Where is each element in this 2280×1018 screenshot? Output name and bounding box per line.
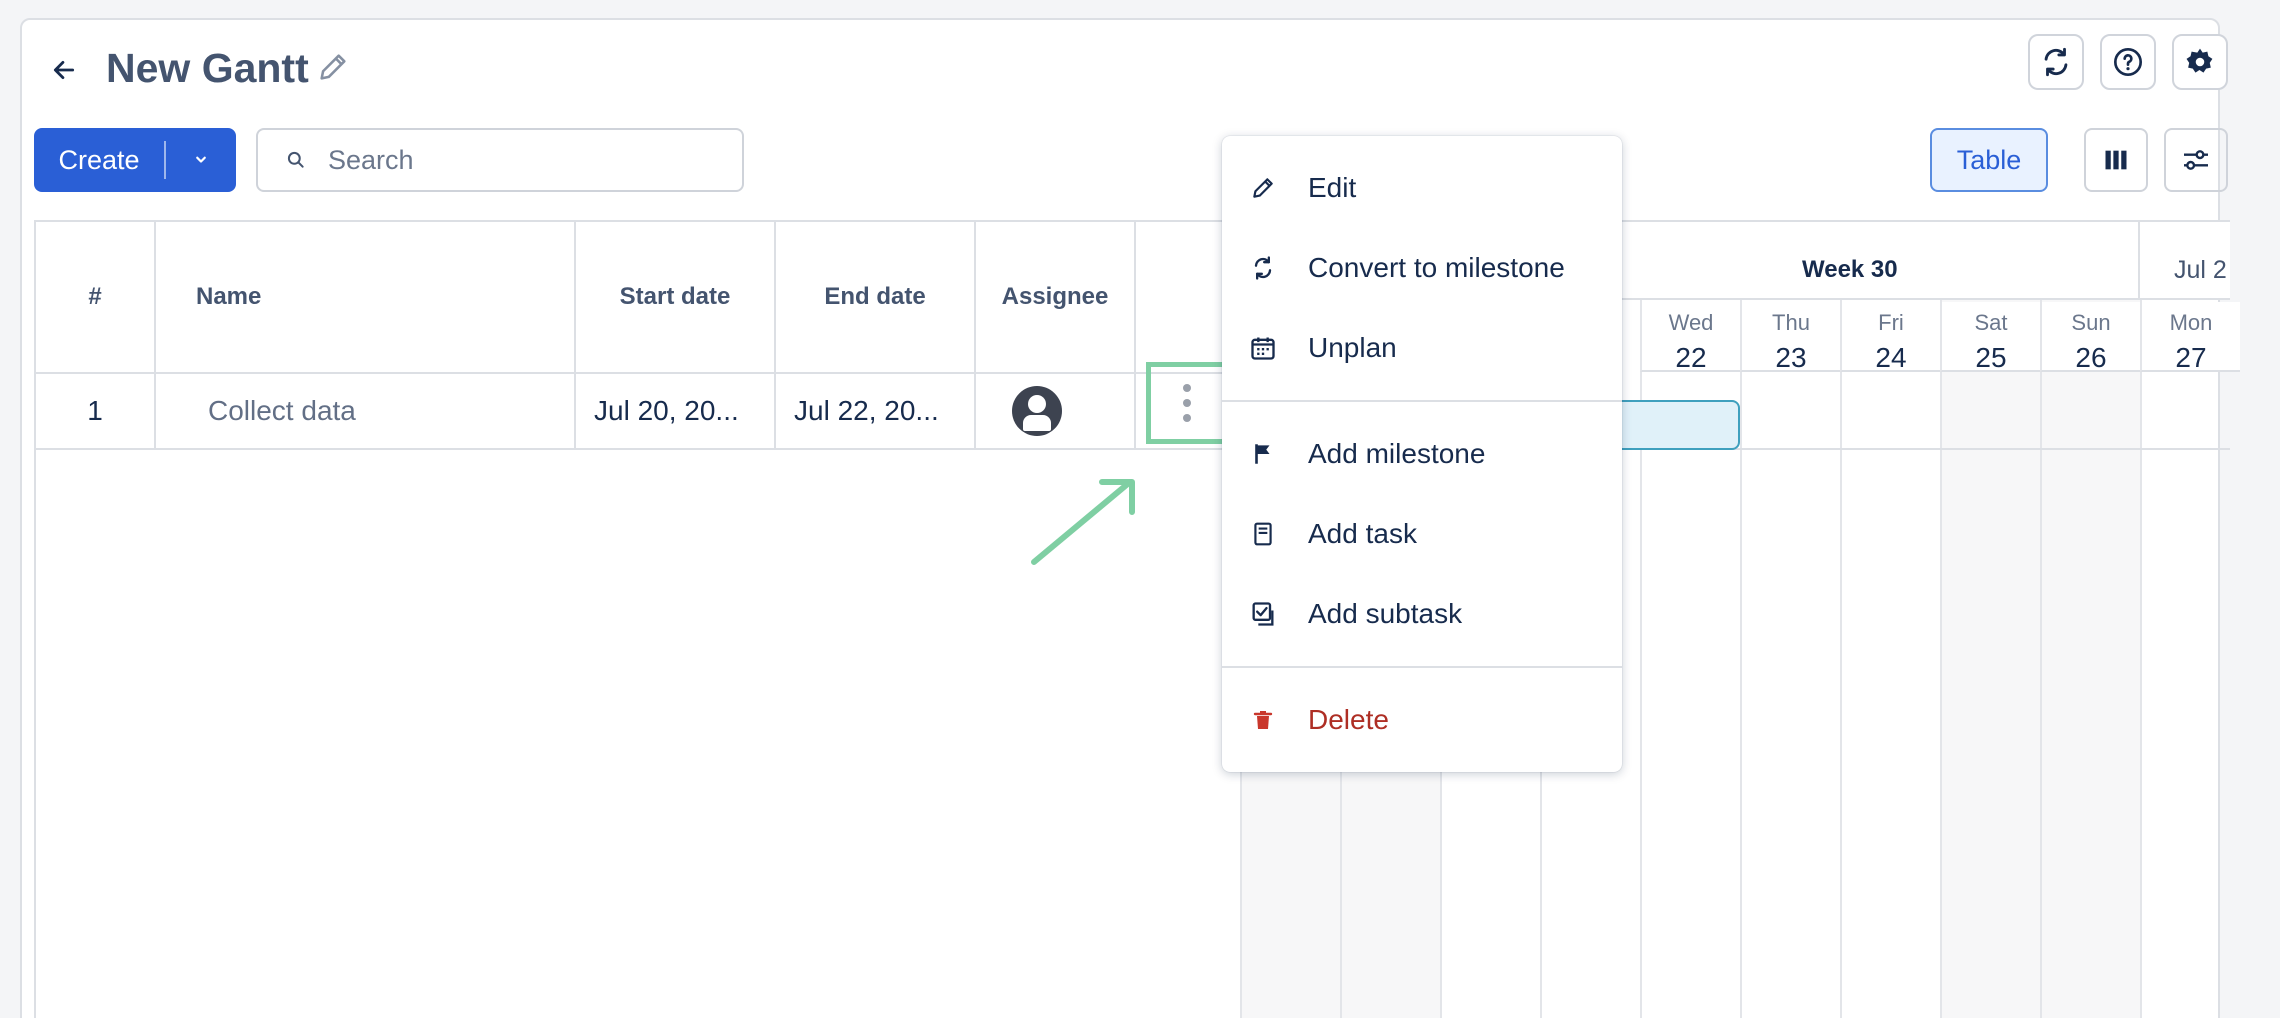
menu-item-unplan[interactable]: Unplan (1222, 316, 1622, 380)
pencil-icon (1248, 173, 1278, 203)
search-icon (287, 151, 304, 168)
create-dropdown-button[interactable] (166, 151, 236, 169)
column-header-actions (1136, 222, 1226, 374)
edit-title-button[interactable] (310, 44, 356, 90)
row-context-menu: Edit Convert to milestone Unplan Add mil… (1222, 136, 1622, 772)
day-header: Wed 22 (1640, 302, 1740, 373)
back-button[interactable] (42, 48, 86, 92)
day-header: Fri 24 (1840, 302, 1940, 373)
day-column-weekend (1940, 300, 2040, 1018)
menu-item-convert-to-milestone[interactable]: Convert to milestone (1222, 236, 1622, 300)
day-column (2140, 300, 2240, 1018)
search-box[interactable] (256, 128, 744, 192)
calendar-icon (1248, 333, 1278, 363)
help-button[interactable] (2100, 34, 2156, 90)
day-header: Thu 23 (1740, 302, 1840, 373)
day-number: 22 (1675, 342, 1707, 373)
day-name: Thu (1772, 310, 1810, 335)
menu-item-label: Delete (1308, 704, 1389, 735)
annotation-arrow-icon (1031, 479, 1135, 565)
flag-icon (1248, 439, 1278, 469)
menu-item-label: Add milestone (1308, 438, 1486, 469)
create-label: Create (58, 144, 140, 175)
day-column-weekend (2040, 300, 2140, 1018)
help-icon (2114, 48, 2142, 76)
kebab-dot (1183, 414, 1191, 422)
page-title: New Gantt (106, 45, 309, 91)
menu-divider (1222, 400, 1622, 402)
column-header-end-date[interactable]: End date (776, 222, 976, 374)
day-number: 23 (1775, 342, 1807, 373)
view-table-button[interactable]: Table (1930, 128, 2048, 192)
day-header: Mon 27 (2140, 302, 2240, 373)
day-number: 26 (2075, 342, 2107, 373)
start-date-cell[interactable]: Jul 20, 20... (576, 374, 776, 450)
search-input[interactable] (328, 144, 708, 176)
row-actions-kebab-button[interactable] (1146, 362, 1228, 444)
kebab-dot (1183, 384, 1191, 392)
day-name: Sat (1974, 310, 2008, 335)
day-number: 24 (1875, 342, 1907, 373)
subtask-icon (1248, 599, 1278, 629)
menu-item-label: Convert to milestone (1308, 252, 1565, 283)
menu-divider (1222, 666, 1622, 668)
menu-item-edit[interactable]: Edit (1222, 156, 1622, 220)
column-header-assignee[interactable]: Assignee (976, 222, 1136, 374)
chevron-down-icon (196, 156, 206, 163)
day-number: 27 (2175, 342, 2207, 373)
menu-item-add-subtask[interactable]: Add subtask (1222, 582, 1622, 646)
column-header-name[interactable]: Name (156, 222, 576, 374)
menu-item-label: Add task (1308, 518, 1417, 549)
refresh-button[interactable] (2028, 34, 2084, 90)
menu-item-delete[interactable]: Delete (1222, 688, 1622, 752)
column-header-number: # (36, 222, 156, 374)
trash-icon (1248, 705, 1278, 735)
avatar[interactable] (1012, 386, 1062, 436)
kebab-dot (1183, 399, 1191, 407)
settings-button[interactable] (2172, 34, 2228, 90)
day-header: Sat 25 (1940, 302, 2040, 373)
menu-item-label: Unplan (1308, 332, 1397, 363)
task-icon (1248, 519, 1278, 549)
week-divider (2138, 220, 2140, 300)
day-header: Sun 26 (2040, 302, 2140, 373)
day-name: Fri (1878, 310, 1904, 335)
columns-icon (2105, 150, 2127, 170)
day-column (1740, 300, 1840, 1018)
create-button[interactable]: Create (34, 128, 236, 192)
day-name: Sun (2071, 310, 2111, 335)
menu-item-label: Add subtask (1308, 598, 1463, 629)
refresh-icon (2044, 47, 2068, 77)
convert-icon (1248, 253, 1278, 283)
assignee-cell[interactable] (976, 374, 1136, 450)
task-table: # Name Start date End date Assignee 1 Co… (34, 220, 1244, 1018)
arrow-left-icon (53, 61, 75, 79)
end-date-cell[interactable]: Jul 22, 20... (776, 374, 976, 450)
day-column (1840, 300, 1940, 1018)
week-label: Week 30 (1802, 256, 1898, 283)
next-week-label: Jul 2 (2174, 256, 2227, 284)
gear-icon (2186, 48, 2213, 73)
task-name-cell[interactable]: Collect data (156, 374, 576, 450)
sliders-icon (2184, 150, 2208, 170)
view-settings-button[interactable] (2164, 128, 2228, 192)
menu-item-label: Edit (1308, 172, 1357, 203)
pencil-icon (320, 54, 346, 80)
day-number: 25 (1975, 342, 2007, 373)
menu-item-add-milestone[interactable]: Add milestone (1222, 422, 1622, 486)
menu-item-add-task[interactable]: Add task (1222, 502, 1622, 566)
column-header-start-date[interactable]: Start date (576, 222, 776, 374)
row-number: 1 (36, 374, 156, 450)
day-name: Wed (1668, 310, 1714, 335)
day-name: Mon (2169, 310, 2213, 335)
columns-view-button[interactable] (2084, 128, 2148, 192)
